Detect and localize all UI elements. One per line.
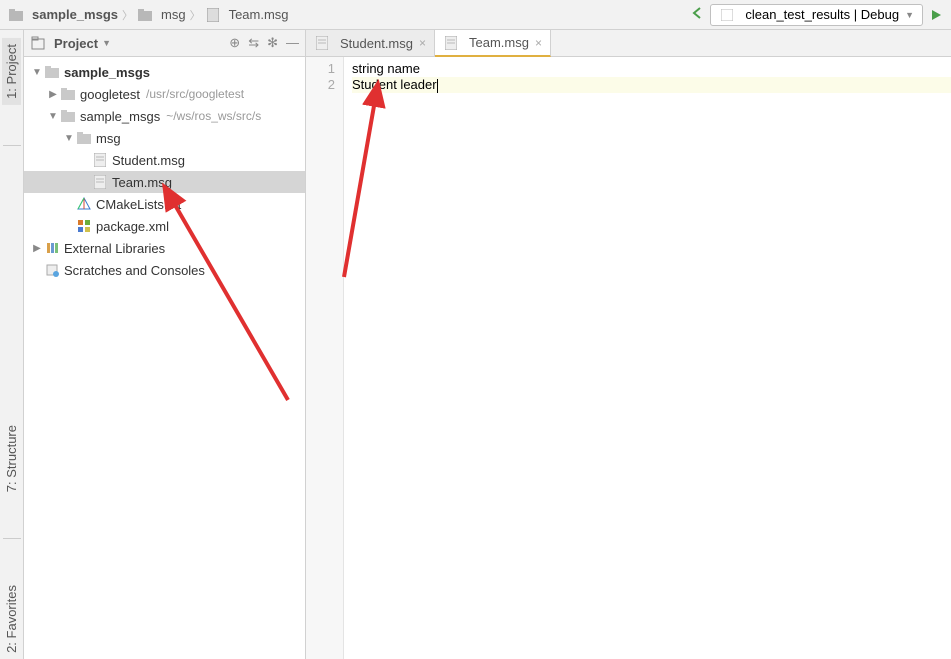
tree-item-label: Student.msg [112, 153, 185, 168]
tool-tab-label: 1: Project [4, 44, 19, 99]
folder-icon [8, 7, 24, 23]
tree-item[interactable]: CMakeLists.txt [24, 193, 305, 215]
caret [437, 79, 438, 93]
tool-tab-structure[interactable]: 7: Structure [2, 419, 21, 498]
run-configuration-selector[interactable]: clean_test_results | Debug ▼ [710, 4, 923, 26]
breadcrumb-label: sample_msgs [32, 7, 118, 22]
tree-item-hint: /usr/src/googletest [146, 87, 244, 101]
panel-toolbar: ⊕ ⇆ ✻ — [229, 35, 299, 51]
chevron-right-icon: 〉 [122, 7, 133, 23]
editor-gutter: 12 [306, 57, 344, 659]
tree-item[interactable]: package.xml [24, 215, 305, 237]
editor-tab-label: Team.msg [469, 35, 529, 50]
cmake-icon [76, 196, 92, 212]
tool-tab-project[interactable]: 1: Project [2, 38, 21, 105]
code-line[interactable]: Student leader [352, 77, 951, 93]
breadcrumb-item-folder[interactable]: msg [137, 7, 186, 23]
run-config-label: clean_test_results | Debug [745, 7, 899, 22]
panel-title-label: Project [54, 36, 98, 51]
expand-arrow-icon[interactable]: ▼ [30, 67, 44, 78]
scratch-icon [44, 262, 60, 278]
breadcrumb-label: msg [161, 7, 186, 22]
tree-item[interactable]: ▼ sample_msgs ~/ws/ros_ws/src/s [24, 105, 305, 127]
breadcrumb-item-file[interactable]: Team.msg [205, 7, 289, 23]
breadcrumb-label: Team.msg [229, 7, 289, 22]
close-icon[interactable]: × [535, 36, 542, 50]
expand-arrow-icon[interactable]: ▼ [62, 133, 76, 144]
breadcrumb-item-root[interactable]: sample_msgs [8, 7, 118, 23]
editor-tab[interactable]: Student.msg × [306, 30, 435, 56]
folder-icon [76, 130, 92, 146]
divider [3, 538, 21, 539]
tree-item-label: CMakeLists.txt [96, 197, 181, 212]
editor-body: 12 string nameStudent leader [306, 57, 951, 659]
chevron-down-icon: ▼ [102, 38, 111, 48]
folder-icon [60, 86, 76, 102]
tree-item-label: Team.msg [112, 175, 172, 190]
main-area: 1: Project 7: Structure 2: Favorites Pro… [0, 30, 951, 659]
run-button[interactable] [929, 8, 943, 22]
editor-area: Student.msg×Team.msg× 12 string nameStud… [306, 30, 951, 659]
collapse-icon[interactable]: ⇆ [248, 35, 259, 51]
gear-icon[interactable]: ✻ [267, 35, 278, 51]
tree-item-label: googletest [80, 87, 140, 102]
project-icon [30, 35, 46, 51]
chevron-down-icon: ▼ [905, 10, 914, 20]
tree-item[interactable]: Student.msg [24, 149, 305, 171]
tree-item[interactable]: ▶ googletest/usr/src/googletest [24, 83, 305, 105]
project-panel-header: Project ▼ ⊕ ⇆ ✻ — [24, 30, 305, 57]
folder-icon [60, 108, 76, 124]
tool-tab-label: 2: Favorites [4, 585, 19, 653]
tool-tab-label: 7: Structure [4, 425, 19, 492]
tree-item[interactable]: ▶ External Libraries [24, 237, 305, 259]
run-toolbar: clean_test_results | Debug ▼ [690, 4, 943, 26]
folder-icon [44, 64, 60, 80]
editor-tab[interactable]: Team.msg × [435, 30, 551, 57]
annotation-arrow [334, 67, 414, 287]
file-icon [205, 7, 221, 23]
project-tool-window: Project ▼ ⊕ ⇆ ✻ — ▼ sample_msgs ▶ googletes… [24, 30, 306, 659]
navigation-bar: sample_msgs 〉 msg 〉 Team.msg clean_test_… [0, 0, 951, 30]
file-icon [314, 35, 330, 51]
file-icon [92, 174, 108, 190]
tree-item[interactable]: Team.msg [24, 171, 305, 193]
tree-item-label: sample_msgs [80, 109, 160, 124]
expand-arrow-icon[interactable]: ▶ [30, 243, 44, 254]
tree-item-label: Scratches and Consoles [64, 263, 205, 278]
hide-icon[interactable]: — [286, 35, 299, 51]
tree-item[interactable]: ▼ sample_msgs [24, 61, 305, 83]
lib-icon [44, 240, 60, 256]
file-icon [443, 35, 459, 51]
editor-tab-bar: Student.msg × Team.msg × [306, 30, 951, 57]
expand-arrow-icon[interactable]: ▼ [46, 111, 60, 122]
tree-item-label: External Libraries [64, 241, 165, 256]
expand-arrow-icon[interactable]: ▶ [46, 89, 60, 100]
project-tree[interactable]: ▼ sample_msgs ▶ googletest/usr/src/googlete… [24, 57, 305, 659]
line-number: 1 [306, 61, 335, 77]
tree-item[interactable]: ▼ msg [24, 127, 305, 149]
project-view-selector[interactable]: Project ▼ [30, 35, 111, 51]
tree-item[interactable]: Scratches and Consoles [24, 259, 305, 281]
locate-icon[interactable]: ⊕ [229, 35, 240, 51]
folder-icon [137, 7, 153, 23]
file-icon [92, 152, 108, 168]
chevron-right-icon: 〉 [190, 7, 201, 23]
breadcrumb: sample_msgs 〉 msg 〉 Team.msg [8, 7, 686, 23]
left-tool-strip: 1: Project 7: Structure 2: Favorites [0, 30, 24, 659]
xml-icon [76, 218, 92, 234]
tree-item-label: sample_msgs [64, 65, 150, 80]
tool-tab-favorites[interactable]: 2: Favorites [2, 579, 21, 659]
close-icon[interactable]: × [419, 36, 426, 50]
code-editor[interactable]: string nameStudent leader [344, 57, 951, 659]
tree-item-hint: ~/ws/ros_ws/src/s [166, 109, 261, 123]
back-run-icon[interactable] [690, 6, 704, 23]
config-icon [719, 7, 735, 23]
code-line[interactable]: string name [352, 61, 951, 77]
line-number: 2 [306, 77, 335, 93]
tree-item-label: msg [96, 131, 121, 146]
editor-tab-label: Student.msg [340, 36, 413, 51]
divider [3, 145, 21, 146]
tree-item-label: package.xml [96, 219, 169, 234]
